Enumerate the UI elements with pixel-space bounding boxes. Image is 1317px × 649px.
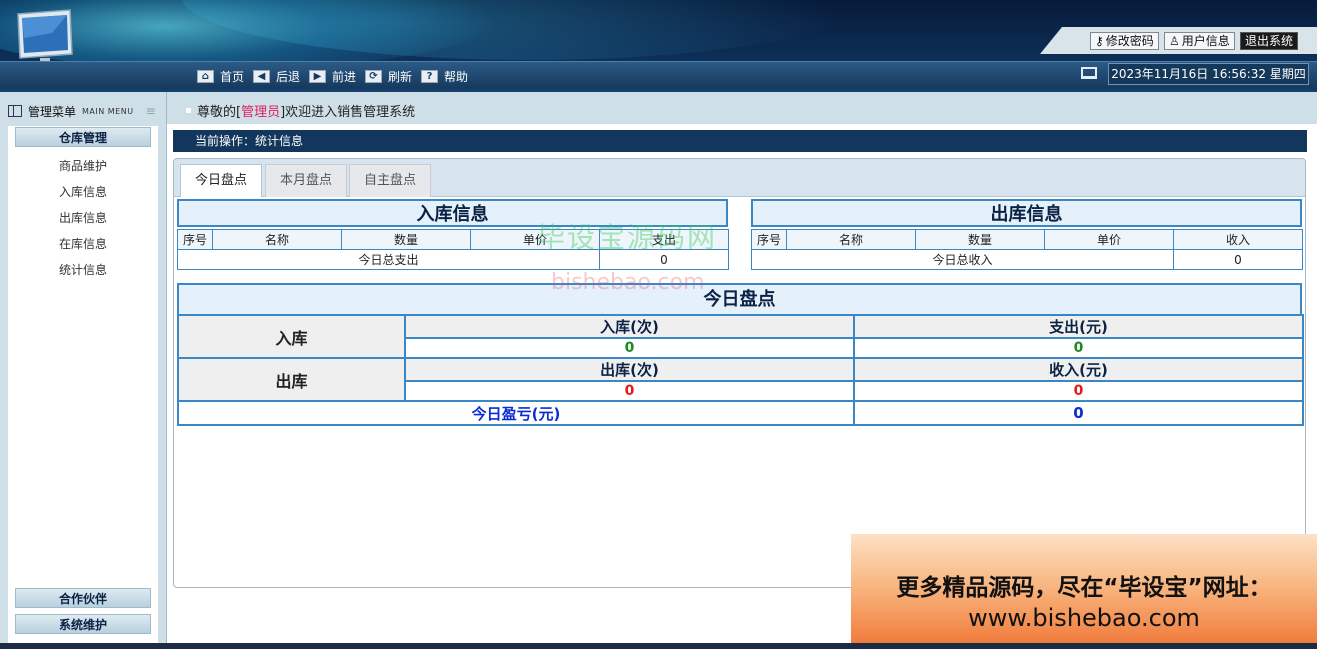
tab-month[interactable]: 本月盘点 [265,164,347,197]
bottom-strip [0,643,1317,649]
menu-header: 管理菜单 MAIN MENU ≡ [8,100,160,122]
col-header: 数量 [341,229,471,250]
tab-bar: 今日盘点 本月盘点 自主盘点 [174,159,1305,197]
home-icon: ⌂ [197,69,214,83]
bullet-icon [186,107,191,113]
col-header: 名称 [786,229,916,250]
col-header: 序号 [177,229,213,250]
profit-label: 今日盈亏(元) [177,400,855,426]
table-row: 出库 出库(次) 收入(元) [177,357,1304,402]
outbound-row-label: 出库 [177,357,406,402]
collapse-lines-icon[interactable]: ≡ [146,104,156,118]
menu-panel: 仓库管理 商品维护 入库信息 出库信息 在库信息 统计信息 合作伙伴 系统维护 [8,126,158,646]
key-icon: ⚷ [1095,34,1104,48]
watermark-text: 毕设宝源码网 [537,221,718,254]
group-partners[interactable]: 合作伙伴 [15,588,151,608]
refresh-icon: ⟳ [365,69,382,83]
menu-item-outbound[interactable]: 出库信息 [8,205,158,231]
expense-value: 0 [853,337,1304,359]
nav-forward[interactable]: ▶ 前进 [309,67,356,85]
logout-button[interactable]: 退出系统 [1240,32,1299,50]
ad-line-1: 更多精品源码，尽在“毕设宝”网址： [896,575,1272,601]
profit-value: 0 [853,400,1304,426]
ad-banner: 更多精品源码，尽在“毕设宝”网址： www.bishebao.com [851,534,1317,649]
menu-item-stats[interactable]: 统计信息 [8,257,158,283]
outbound-title: 出库信息 [751,199,1302,227]
nav-back[interactable]: ◀ 后退 [253,67,300,85]
arrow-right-icon: ▶ [309,69,326,83]
summary-table: 入库 入库(次) 支出(元) 0 0 出库 出库(次) 收入(元) 0 0 今日… [177,314,1304,426]
current-operation-bar: 当前操作：统计信息 [173,130,1307,152]
user-icon: ♙ [1169,34,1180,48]
menu-item-stock[interactable]: 在库信息 [8,231,158,257]
menu-item-inbound[interactable]: 入库信息 [8,179,158,205]
welcome-bar: 尊敬的[ 管理员 ]欢迎进入销售管理系统 [170,98,1317,122]
group-warehouse[interactable]: 仓库管理 [15,127,151,147]
expense-label: 支出(元) [853,314,1304,339]
tab-custom[interactable]: 自主盘点 [349,164,431,197]
nav-refresh[interactable]: ⟳ 刷新 [365,67,412,85]
col-header: 收入 [1173,229,1303,250]
help-icon: ? [421,69,438,83]
change-password-link[interactable]: ⚷ 修改密码 [1090,32,1159,50]
arrow-left-icon: ◀ [253,69,270,83]
income-label: 收入(元) [853,357,1304,382]
col-header: 名称 [212,229,342,250]
outbound-count-value: 0 [404,380,855,402]
user-role: 管理员 [241,104,281,120]
outbound-table: 序号 名称 数量 单价 收入 今日总收入 0 [751,229,1303,270]
datetime-display: 2023年11月16日 16:56:32 星期四 [1108,63,1309,85]
outbound-count-label: 出库(次) [404,357,855,382]
menu-item-product[interactable]: 商品维护 [8,153,158,179]
ad-line-2: www.bishebao.com [968,604,1200,632]
income-value: 0 [853,380,1304,402]
group-system[interactable]: 系统维护 [15,614,151,634]
menu-icon [8,105,22,117]
screen-icon [1081,67,1097,79]
nav-help[interactable]: ? 帮助 [421,67,468,85]
inbound-count-label: 入库(次) [404,314,855,339]
col-header: 数量 [915,229,1045,250]
inbound-row-label: 入库 [177,314,406,359]
user-info-link[interactable]: ♙ 用户信息 [1164,32,1235,50]
sidebar: 管理菜单 MAIN MENU ≡ 仓库管理 商品维护 入库信息 出库信息 在库信… [0,92,167,649]
total-label: 今日总收入 [751,249,1174,270]
total-value: 0 [1173,249,1303,270]
nav-home[interactable]: ⌂ 首页 [197,67,244,85]
summary-title: 今日盘点 [177,283,1302,316]
tab-today[interactable]: 今日盘点 [180,164,262,197]
col-header: 序号 [751,229,787,250]
watermark-domain: bishebao.com [551,270,705,295]
inbound-count-value: 0 [404,337,855,359]
table-row: 序号 名称 数量 单价 收入 [751,229,1303,250]
table-row: 入库 入库(次) 支出(元) [177,314,1304,359]
col-header: 单价 [1044,229,1174,250]
table-row: 今日盈亏(元) 0 [177,400,1304,426]
table-row: 今日总收入 0 [751,249,1303,270]
